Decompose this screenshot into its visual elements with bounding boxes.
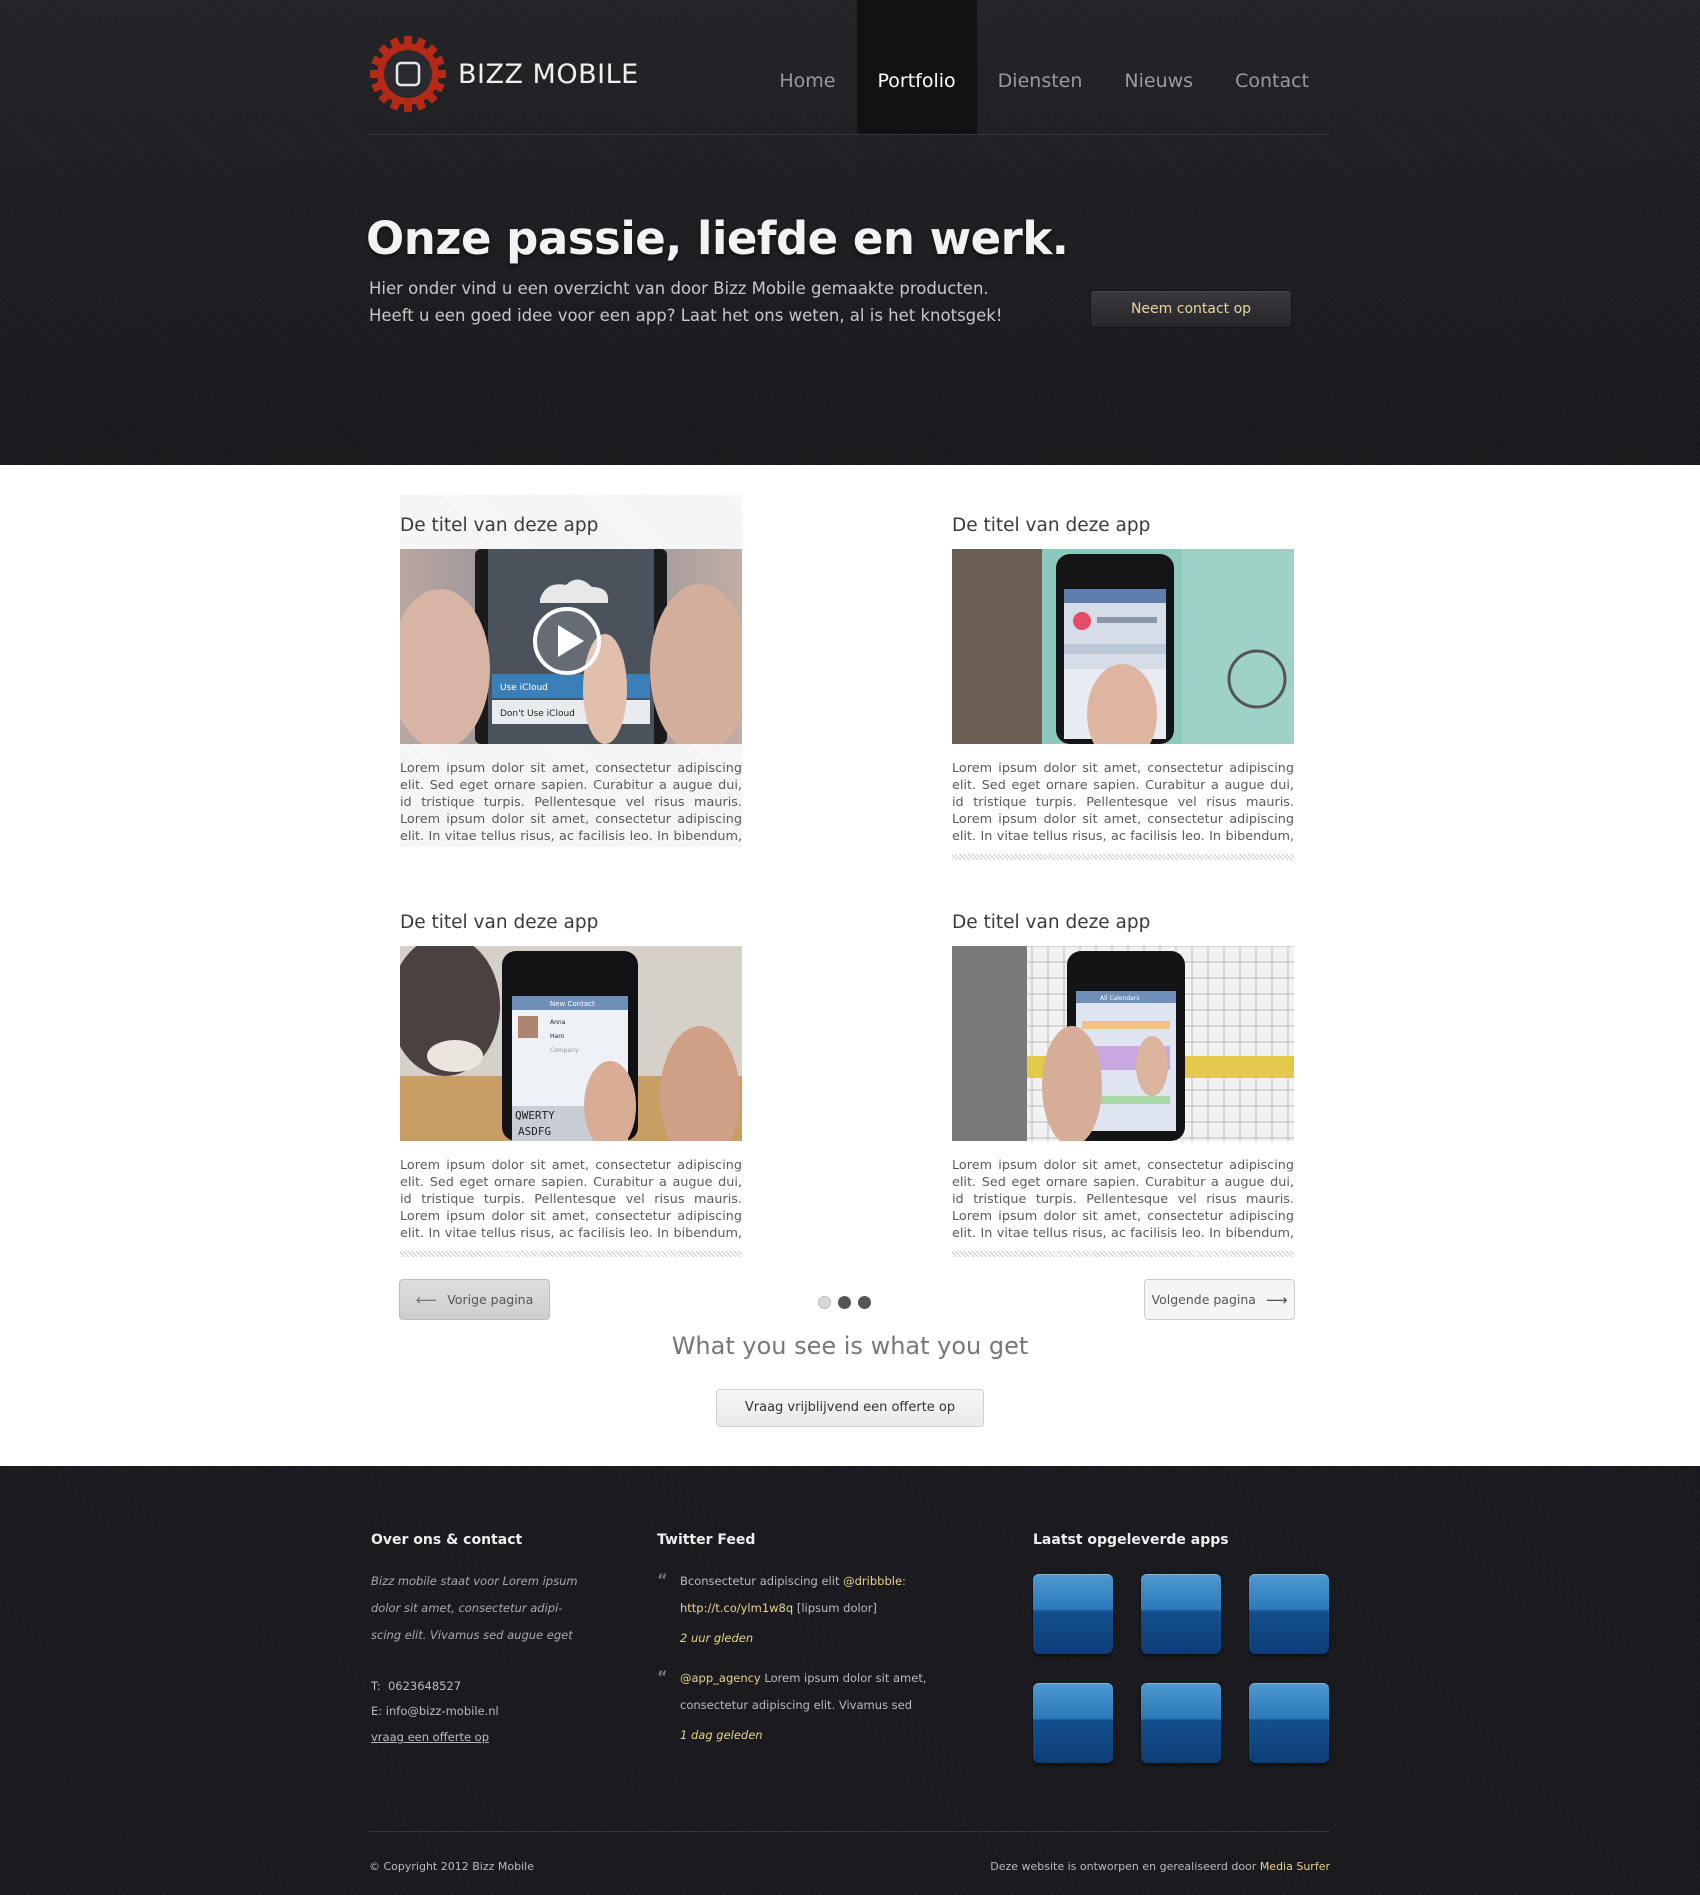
next-page-label: Volgende pagina xyxy=(1151,1292,1256,1307)
screen-label: All Calendars xyxy=(1100,995,1139,1002)
card-title[interactable]: De titel van deze app xyxy=(400,515,742,536)
main-nav: Home Portfolio Diensten Nieuws Contact xyxy=(758,0,1330,134)
nav-contact[interactable]: Contact xyxy=(1214,0,1330,134)
app-icon[interactable] xyxy=(1249,1683,1329,1763)
credit-link[interactable]: Media Surfer xyxy=(1260,1860,1330,1873)
app-icon[interactable] xyxy=(1141,1683,1221,1763)
previous-page-button[interactable]: ⟵ Vorige pagina xyxy=(399,1279,550,1320)
footer-divider xyxy=(369,1831,1330,1832)
app-screenshot: New Contact Anna Haro Company QWERTY ASD… xyxy=(400,946,742,1141)
tweet-handle[interactable]: @dribbble xyxy=(843,1574,902,1588)
app-icon[interactable] xyxy=(1033,1683,1113,1763)
card-divider xyxy=(952,1251,1294,1257)
logo[interactable]: BIZZ MOBILE xyxy=(368,34,639,114)
footer-about-text: scing elit. Vivamus sed augue eget xyxy=(371,1628,573,1642)
tweet-2-line-1: @app_agency Lorem ipsum dolor sit amet, xyxy=(680,1671,926,1685)
card-description: Lorem ipsum dolor sit amet, consectetur … xyxy=(400,1158,742,1241)
email-label: E: xyxy=(371,1704,383,1718)
screen-label-use-icloud: Use iCloud xyxy=(500,683,548,693)
portfolio-card[interactable]: De titel van deze app All Calendars Lore… xyxy=(952,912,1294,1257)
tweet-text: Bconsectetur adipiscing elit xyxy=(680,1574,840,1588)
app-icon[interactable] xyxy=(1249,1574,1329,1654)
app-icon[interactable] xyxy=(1141,1574,1221,1654)
footer-apps-heading: Laatst opgeleverde apps xyxy=(1033,1532,1229,1548)
app-screenshot: All Calendars xyxy=(952,946,1294,1141)
screen-keyboard-row: QWERTY xyxy=(515,1109,555,1122)
card-title[interactable]: De titel van deze app xyxy=(400,912,742,933)
credit-prefix: Deze website is ontworpen en gerealiseer… xyxy=(990,1860,1257,1873)
email-link[interactable]: info@bizz-mobile.nl xyxy=(386,1704,499,1718)
screen-keyboard-row: ASDFG xyxy=(518,1125,551,1138)
tweet-handle[interactable]: @app_agency xyxy=(680,1671,761,1685)
arrow-right-icon: ⟶ xyxy=(1265,1290,1288,1309)
brand-name: BIZZ MOBILE xyxy=(458,58,639,90)
previous-page-label: Vorige pagina xyxy=(447,1292,534,1307)
footer-email: E: info@bizz-mobile.nl xyxy=(371,1704,499,1718)
tagline: What you see is what you get xyxy=(671,1332,1029,1360)
portfolio-section xyxy=(0,465,1700,1466)
tweet-1-line-2: http://t.co/ylm1w8q [lipsum dolor] xyxy=(680,1601,877,1615)
card-image[interactable]: New Contact Anna Haro Company QWERTY ASD… xyxy=(400,946,742,1141)
hero-title: Onze passie, liefde en werk. xyxy=(366,212,1069,265)
tweet-2-line-2: consectetur adipiscing elit. Vivamus sed xyxy=(680,1698,913,1712)
tweet-text: Lorem ipsum dolor sit amet, xyxy=(764,1671,927,1685)
portfolio-card[interactable]: De titel van deze app New Contact Anna H… xyxy=(400,912,742,1257)
screen-label: Company xyxy=(550,1047,579,1054)
screen-label: Anna xyxy=(550,1019,566,1026)
credit: Deze website is ontworpen en gerealiseer… xyxy=(990,1860,1330,1873)
page-dot[interactable] xyxy=(838,1296,851,1309)
card-description: Lorem ipsum dolor sit amet, consectetur … xyxy=(952,1158,1294,1241)
pagination-dots xyxy=(818,1296,871,1309)
arrow-left-icon: ⟵ xyxy=(415,1290,438,1309)
card-image[interactable]: All Calendars xyxy=(952,946,1294,1141)
card-description: Lorem ipsum dolor sit amet, consectetur … xyxy=(952,761,1294,844)
card-image-video[interactable]: Use iCloud Don't Use iCloud xyxy=(400,549,742,744)
card-title[interactable]: De titel van deze app xyxy=(952,912,1294,933)
screen-label: New Contact xyxy=(550,1000,595,1008)
portfolio-card[interactable]: De titel van deze app Lorem ipsum dolor … xyxy=(952,515,1294,860)
app-icon[interactable] xyxy=(1033,1574,1113,1654)
card-divider xyxy=(952,854,1294,860)
nav-nieuws[interactable]: Nieuws xyxy=(1103,0,1214,134)
request-quote-button[interactable]: Vraag vrijblijvend een offerte op xyxy=(716,1389,984,1427)
phone-label: T: xyxy=(371,1679,381,1693)
nav-home[interactable]: Home xyxy=(758,0,856,134)
copyright: © Copyright 2012 Bizz Mobile xyxy=(369,1860,534,1873)
nav-diensten[interactable]: Diensten xyxy=(977,0,1104,134)
tweet-colon: : xyxy=(902,1574,906,1588)
card-divider xyxy=(400,1251,742,1257)
page-dot[interactable] xyxy=(818,1296,831,1309)
card-title[interactable]: De titel van deze app xyxy=(952,515,1294,536)
quote-icon: “ xyxy=(657,1667,668,1686)
footer-phone: T: 0623648527 xyxy=(371,1679,461,1693)
page-dot[interactable] xyxy=(858,1296,871,1309)
screen-label-dont-use-icloud: Don't Use iCloud xyxy=(500,709,575,719)
nav-portfolio[interactable]: Portfolio xyxy=(856,0,977,134)
next-page-button[interactable]: Volgende pagina ⟶ xyxy=(1144,1279,1295,1320)
portfolio-card[interactable]: De titel van deze app Use iCloud Don't U… xyxy=(400,495,742,847)
screen-label: Haro xyxy=(550,1033,565,1040)
app-screenshot xyxy=(952,549,1294,744)
video-thumbnail: Use iCloud Don't Use iCloud xyxy=(400,549,742,744)
contact-button[interactable]: Neem contact op xyxy=(1090,290,1292,328)
tweet-time: 1 dag geleden xyxy=(680,1728,763,1742)
gear-logo-icon xyxy=(370,36,446,112)
card-image[interactable] xyxy=(952,549,1294,744)
tweet-link[interactable]: http://t.co/ylm1w8q xyxy=(680,1601,793,1615)
footer-about-heading: Over ons & contact xyxy=(371,1532,523,1548)
tweet-extra: [lipsum dolor] xyxy=(796,1601,877,1615)
footer-quote-link[interactable]: vraag een offerte op xyxy=(371,1730,489,1744)
hero-subtitle-line-2: Heeft u een goed idee voor een app? Laat… xyxy=(369,306,1003,325)
tweet-1-line-1: Bconsectetur adipiscing elit @dribbble: xyxy=(680,1574,906,1588)
header-hero: BIZZ MOBILE Home Portfolio Diensten Nieu… xyxy=(0,0,1700,465)
hero-subtitle-line-1: Hier onder vind u een overzicht van door… xyxy=(369,279,989,298)
footer-twitter-heading: Twitter Feed xyxy=(657,1532,756,1548)
quote-icon: “ xyxy=(657,1570,668,1589)
footer-about-text: dolor sit amet, consectetur adipi- xyxy=(371,1601,563,1615)
nav-divider xyxy=(368,134,1330,135)
card-description: Lorem ipsum dolor sit amet, consectetur … xyxy=(400,761,742,844)
tweet-time: 2 uur gleden xyxy=(680,1631,754,1645)
phone-number[interactable]: 0623648527 xyxy=(388,1679,461,1693)
footer-about-text: Bizz mobile staat voor Lorem ipsum xyxy=(371,1574,578,1588)
